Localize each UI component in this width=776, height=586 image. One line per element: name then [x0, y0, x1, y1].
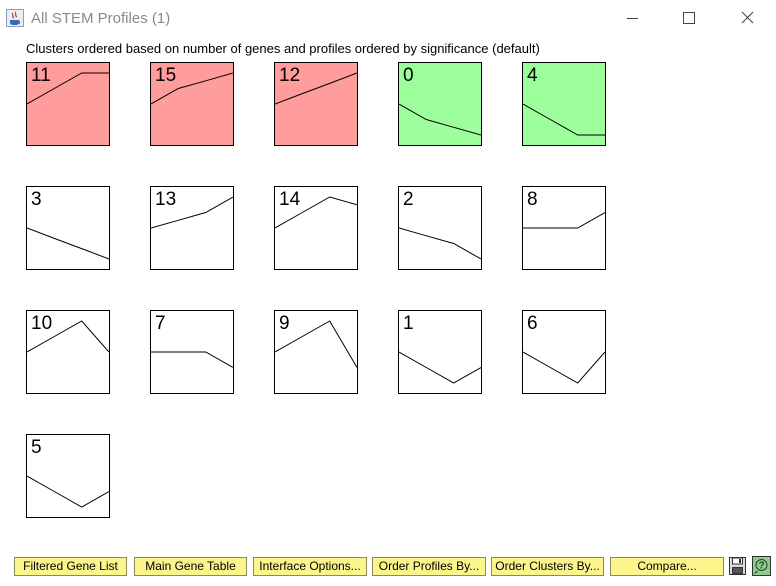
profile-id-label: 9 — [279, 313, 290, 334]
profile-box-12[interactable]: 12 — [274, 62, 358, 146]
help-button[interactable]: ? — [752, 556, 771, 576]
profile-line-1 — [399, 351, 481, 384]
order-clusters-by-button[interactable]: Order Clusters By... — [491, 557, 604, 576]
maximize-icon — [683, 12, 695, 24]
filtered-gene-list-button[interactable]: Filtered Gene List — [14, 557, 127, 576]
interface-options-button[interactable]: Interface Options... — [253, 557, 367, 576]
profile-id-label: 4 — [527, 65, 538, 86]
maximize-button[interactable] — [665, 4, 711, 32]
profile-line-4 — [523, 103, 605, 136]
profile-box-3[interactable]: 3 — [26, 186, 110, 270]
profile-id-label: 8 — [527, 189, 538, 210]
title-bar: All STEM Profiles (1) — [0, 0, 776, 36]
profile-box-11[interactable]: 11 — [26, 62, 110, 146]
profile-box-4[interactable]: 4 — [522, 62, 606, 146]
profile-box-13[interactable]: 13 — [150, 186, 234, 270]
compare-button[interactable]: Compare... — [610, 557, 724, 576]
profile-id-label: 11 — [31, 65, 51, 86]
profile-id-label: 15 — [155, 65, 177, 86]
profile-box-7[interactable]: 7 — [150, 310, 234, 394]
profile-line-8 — [523, 212, 605, 229]
svg-text:?: ? — [758, 561, 764, 572]
ordering-caption: Clusters ordered based on number of gene… — [26, 41, 540, 56]
profile-box-0[interactable]: 0 — [398, 62, 482, 146]
minimize-button[interactable] — [609, 4, 655, 32]
order-profiles-by-button[interactable]: Order Profiles By... — [372, 557, 486, 576]
profile-id-label: 2 — [403, 189, 414, 210]
profile-box-9[interactable]: 9 — [274, 310, 358, 394]
profile-id-label: 6 — [527, 313, 538, 334]
profile-line-0 — [399, 103, 481, 136]
close-icon — [741, 11, 754, 24]
profile-id-label: 1 — [403, 313, 414, 334]
profile-id-label: 14 — [279, 189, 301, 210]
profile-id-label: 5 — [31, 437, 42, 458]
profile-box-8[interactable]: 8 — [522, 186, 606, 270]
profile-line-5 — [27, 475, 109, 508]
profile-id-label: 12 — [279, 65, 301, 86]
profile-id-label: 3 — [31, 189, 42, 210]
profile-box-2[interactable]: 2 — [398, 186, 482, 270]
profile-line-2 — [399, 227, 481, 260]
minimize-icon — [627, 18, 638, 19]
profile-id-label: 10 — [31, 313, 53, 334]
profile-line-6 — [523, 351, 605, 384]
java-app-icon — [6, 9, 24, 27]
main-gene-table-button[interactable]: Main Gene Table — [134, 557, 247, 576]
profile-box-5[interactable]: 5 — [26, 434, 110, 518]
profile-line-3 — [27, 227, 109, 260]
profile-id-label: 13 — [155, 189, 177, 210]
profile-box-10[interactable]: 10 — [26, 310, 110, 394]
profile-box-14[interactable]: 14 — [274, 186, 358, 270]
save-button[interactable] — [728, 556, 747, 576]
save-icon — [729, 557, 746, 575]
profile-line-7 — [151, 351, 233, 368]
profile-box-15[interactable]: 15 — [150, 62, 234, 146]
profile-box-6[interactable]: 6 — [522, 310, 606, 394]
profile-id-label: 0 — [403, 65, 414, 86]
help-icon: ? — [752, 556, 771, 576]
close-button[interactable] — [724, 4, 770, 32]
profile-box-1[interactable]: 1 — [398, 310, 482, 394]
window-title: All STEM Profiles (1) — [31, 10, 171, 27]
profile-id-label: 7 — [155, 313, 166, 334]
